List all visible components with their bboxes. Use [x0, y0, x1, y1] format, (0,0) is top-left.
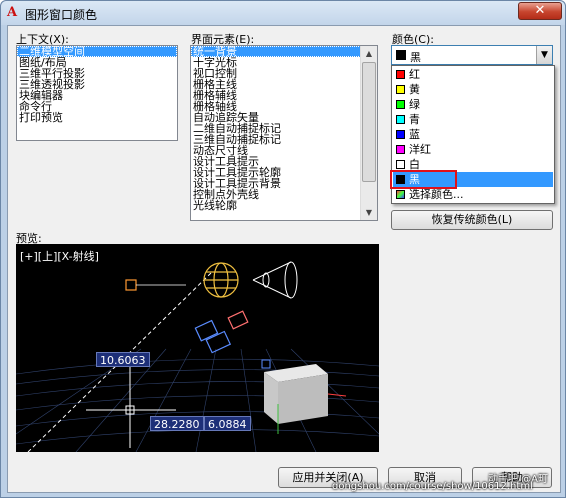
- color-option[interactable]: 红: [393, 67, 553, 82]
- scroll-thumb[interactable]: [362, 62, 376, 182]
- scroll-up-icon[interactable]: ▲: [362, 46, 376, 61]
- close-button[interactable]: ✕: [518, 2, 562, 20]
- selected-color-swatch: [396, 50, 406, 60]
- window-title: 图形窗口颜色: [25, 8, 98, 22]
- viewport-controls-label: [+][上][X-射线]: [20, 250, 99, 263]
- dialog-body: 上下文(X): 二维模型空间 图纸/布局 三维平行投影 三维透视投影 块编辑器 命令行 打印…: [7, 25, 561, 493]
- color-option[interactable]: 蓝: [393, 127, 553, 142]
- camera-gizmo-blue: [194, 319, 232, 354]
- color-option[interactable]: 黄: [393, 82, 553, 97]
- interface-element-list[interactable]: 统一背景 十字光标 视口控制 栅格主线 栅格辅线 栅格轴线 自动追踪矢量 二维自动捕捉标记 三维…: [190, 45, 378, 221]
- autocad-logo-icon: A: [7, 5, 18, 20]
- color-swatch-icon: [396, 190, 405, 199]
- chevron-down-icon[interactable]: ▼: [536, 46, 552, 64]
- color-swatch-icon: [396, 70, 405, 79]
- color-option[interactable]: 选择颜色...: [393, 187, 553, 202]
- preview-viewport: [+][上][X-射线] 10.6063 28.2280 6.0884: [16, 244, 379, 452]
- sphere-wireframe: [203, 262, 239, 298]
- color-option-label: 绿: [409, 98, 420, 111]
- context-list-item[interactable]: 打印预览: [17, 112, 177, 123]
- color-swatch-icon: [396, 130, 405, 139]
- color-combo[interactable]: 黑 ▼: [391, 45, 553, 65]
- title-bar[interactable]: A 图形窗口颜色 ✕: [1, 1, 565, 25]
- selection-highlight-box: [390, 170, 457, 189]
- color-option[interactable]: 绿: [393, 97, 553, 112]
- color-swatch-icon: [396, 85, 405, 94]
- color-combo-value: 黑: [410, 51, 421, 64]
- color-swatch-icon: [396, 115, 405, 124]
- color-option-label: 选择颜色...: [409, 188, 464, 201]
- color-swatch-icon: [396, 145, 405, 154]
- spotlight-cone: [252, 261, 298, 299]
- interface-list-item[interactable]: 光线轮廓: [191, 200, 377, 211]
- watermark-line2: dongshou.com/course/show/10612.html: [332, 481, 533, 492]
- color-option-label: 红: [409, 68, 420, 81]
- color-option[interactable]: 青: [393, 112, 553, 127]
- color-option-label: 青: [409, 113, 420, 126]
- dimension-vertical-box: 10.6063: [96, 352, 150, 367]
- context-list[interactable]: 二维模型空间 图纸/布局 三维平行投影 三维透视投影 块编辑器 命令行 打印预览: [16, 45, 178, 141]
- color-swatch-icon: [396, 160, 405, 169]
- color-option[interactable]: 洋红: [393, 142, 553, 157]
- scroll-down-icon[interactable]: ▼: [362, 205, 376, 220]
- interface-list-scrollbar[interactable]: ▲ ▼: [360, 46, 377, 220]
- dimension-x-box: 28.2280: [150, 416, 204, 431]
- color-swatch-icon: [396, 100, 405, 109]
- restore-classic-colors-button[interactable]: 恢复传统颜色(L): [391, 210, 553, 230]
- color-option-label: 蓝: [409, 128, 420, 141]
- dimension-y-box: 6.0884: [204, 416, 251, 431]
- color-option-label: 洋红: [409, 143, 431, 156]
- point-light-marker: [125, 279, 137, 291]
- dialog-window: A 图形窗口颜色 ✕ 上下文(X): 二维模型空间 图纸/布局 三维平行投影 三维透视…: [0, 0, 566, 498]
- camera-gizmo-red: [227, 310, 249, 330]
- color-option-label: 黄: [409, 83, 420, 96]
